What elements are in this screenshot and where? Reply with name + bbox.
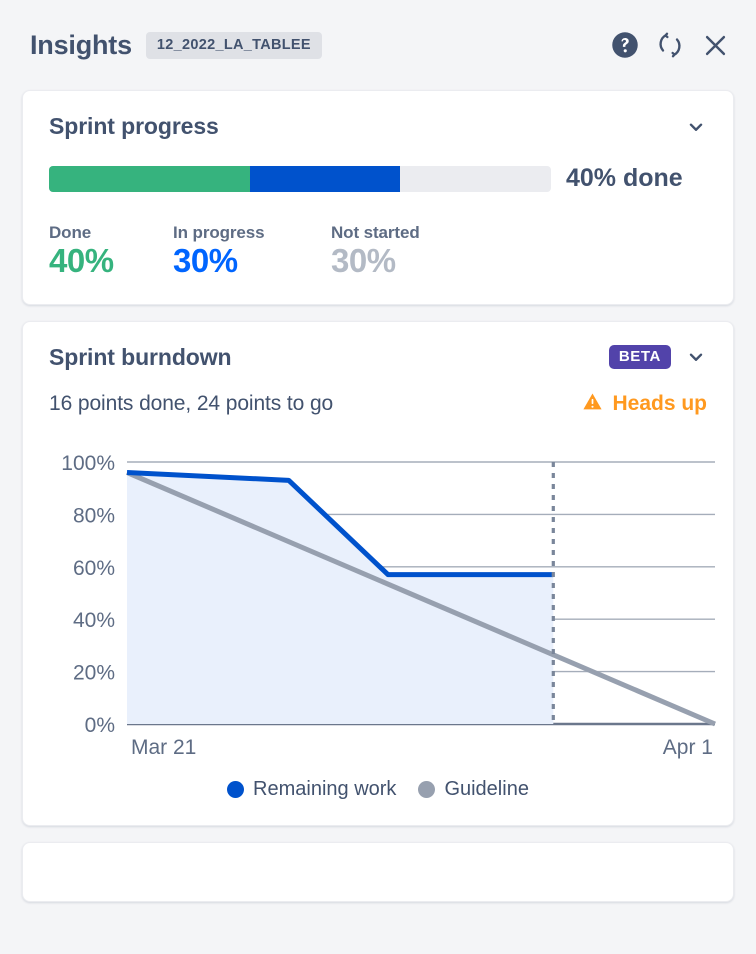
board-name-chip: 12_2022_LA_TABLEE [145, 31, 322, 59]
svg-text:0%: 0% [85, 714, 115, 737]
sprint-progress-stats: Done 40% In progress 30% Not started 30% [49, 223, 707, 280]
page-title: Insights [30, 29, 132, 60]
stat-done-value: 40% [49, 242, 114, 279]
svg-text:Mar 21: Mar 21 [131, 736, 196, 759]
svg-text:80%: 80% [73, 504, 115, 527]
header-actions [608, 28, 732, 62]
progress-done-label: 40% done [566, 164, 683, 192]
sprint-burndown-subheader: 16 points done, 24 points to go Heads up [49, 391, 707, 418]
sprint-progress-bar-row: 40% done [49, 164, 707, 193]
progress-bar [49, 165, 551, 192]
svg-text:20%: 20% [73, 662, 115, 685]
progress-segment-done [49, 165, 250, 192]
stat-in-progress: In progress 30% [173, 223, 331, 280]
close-icon[interactable] [698, 28, 732, 62]
beta-badge: BETA [608, 345, 671, 370]
sprint-progress-header: Sprint progress [49, 113, 707, 140]
warning-triangle-icon [582, 391, 603, 418]
stat-in-progress-label: In progress [173, 223, 265, 242]
chevron-down-icon[interactable] [685, 116, 707, 138]
stat-not-started-value: 30% [331, 242, 396, 279]
sprint-burndown-header-actions: BETA [608, 345, 707, 370]
heads-up-warning[interactable]: Heads up [582, 391, 707, 418]
burndown-chart: 0% 20% 40% 60% 80% 100% Mar 21 Apr 1 [49, 444, 716, 784]
heads-up-label: Heads up [612, 392, 707, 416]
burndown-points-summary: 16 points done, 24 points to go [49, 392, 334, 416]
svg-text:60%: 60% [73, 557, 115, 580]
sprint-burndown-title: Sprint burndown [49, 343, 232, 370]
svg-text:40%: 40% [73, 609, 115, 632]
stat-in-progress-value: 30% [173, 242, 238, 279]
insights-panel-header: Insights 12_2022_LA_TABLEE [0, 0, 756, 90]
burndown-chart-svg: 0% 20% 40% 60% 80% 100% Mar 21 Apr 1 [61, 452, 716, 759]
next-insight-card-partial [22, 841, 734, 902]
sprint-progress-title: Sprint progress [49, 113, 219, 139]
stat-done-label: Done [49, 223, 92, 242]
stat-not-started: Not started 30% [331, 223, 420, 280]
sprint-progress-header-actions [685, 116, 707, 138]
refresh-icon[interactable] [653, 28, 687, 62]
insights-cards: Sprint progress 40% done Done 40% In pro… [0, 90, 756, 902]
stat-not-started-label: Not started [331, 223, 420, 242]
stat-done: Done 40% [49, 223, 173, 280]
chevron-down-icon[interactable] [685, 346, 707, 368]
svg-text:100%: 100% [61, 452, 115, 475]
progress-segment-in-progress [249, 165, 401, 192]
sprint-burndown-header: Sprint burndown BETA [49, 344, 707, 371]
sprint-burndown-card: Sprint burndown BETA 16 points done, 24 … [22, 320, 734, 826]
help-circle-icon[interactable] [608, 28, 642, 62]
svg-text:Apr 1: Apr 1 [663, 736, 713, 759]
sprint-progress-card: Sprint progress 40% done Done 40% In pro… [22, 90, 734, 305]
